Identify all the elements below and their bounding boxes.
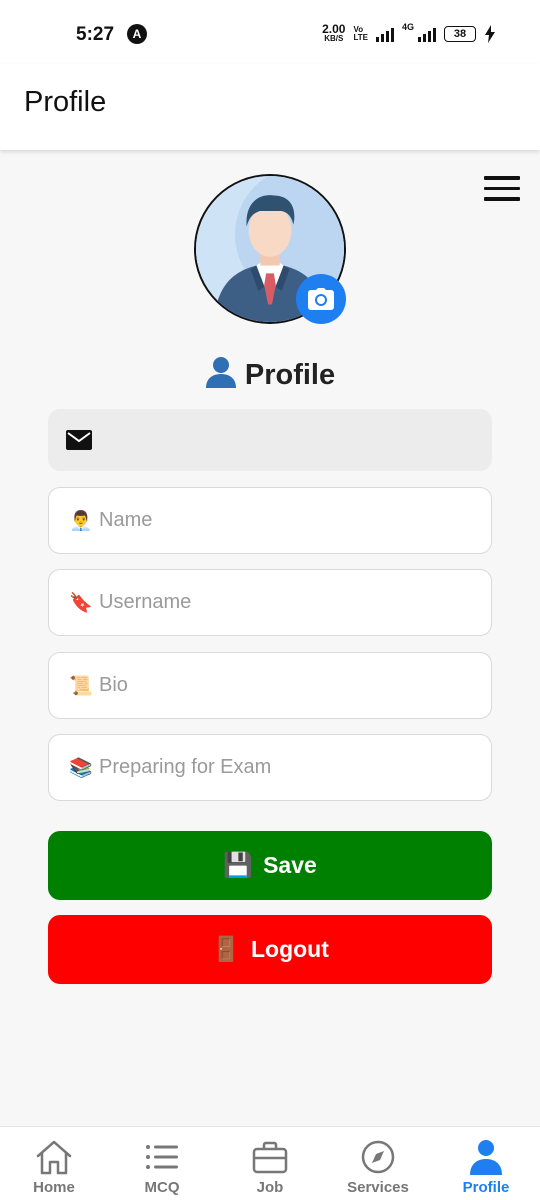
nav-mcq[interactable]: MCQ	[108, 1127, 216, 1200]
compass-icon	[361, 1140, 395, 1174]
status-bar: 5:27 A 2.00 KB/S Vo LTE 4G 38	[0, 0, 540, 64]
nav-mcq-label: MCQ	[144, 1179, 180, 1196]
charging-icon	[485, 25, 495, 43]
network-speed-unit: KB/S	[324, 34, 344, 43]
battery-icon: 38	[444, 26, 476, 42]
volte-bottom: LTE	[353, 33, 368, 42]
profile-heading-text: Profile	[244, 359, 336, 391]
list-icon	[146, 1145, 178, 1169]
nav-services[interactable]: Services	[324, 1127, 432, 1200]
bottom-nav: Home MCQ Job Services Profile	[0, 1126, 540, 1200]
network-speed-value: 2.00	[322, 22, 346, 36]
name-field[interactable]: 👨‍💼	[48, 487, 492, 554]
username-field-icon: 🔖	[69, 592, 93, 614]
camera-icon	[308, 288, 334, 310]
save-icon: 💾	[223, 852, 254, 879]
nav-home-label: Home	[33, 1179, 75, 1196]
email-input[interactable]	[104, 409, 480, 471]
save-label: Save	[263, 852, 317, 878]
bio-field[interactable]: 📜	[48, 652, 492, 719]
signal-icon	[375, 26, 394, 42]
logout-button[interactable]: 🚪 Logout	[48, 915, 492, 984]
nav-services-label: Services	[347, 1179, 409, 1196]
nav-profile[interactable]: Profile	[432, 1127, 540, 1200]
logout-icon: 🚪	[211, 936, 241, 963]
bio-field-icon: 📜	[69, 675, 93, 697]
app-notification-icon: A	[127, 24, 147, 44]
battery-level: 38	[453, 28, 467, 40]
mail-icon	[66, 430, 92, 450]
signal-icon-2	[418, 26, 436, 42]
nav-home[interactable]: Home	[0, 1127, 108, 1200]
exam-field[interactable]: 📚	[48, 734, 492, 801]
logout-label: Logout	[250, 936, 329, 962]
email-field[interactable]	[48, 409, 492, 471]
nav-job[interactable]: Job	[216, 1127, 324, 1200]
menu-icon[interactable]	[484, 176, 520, 202]
name-input[interactable]	[99, 490, 491, 551]
save-button[interactable]: 💾 Save	[48, 831, 492, 900]
username-field[interactable]: 🔖	[48, 569, 492, 636]
name-field-icon: 👨‍💼	[69, 510, 93, 532]
briefcase-icon	[252, 1141, 288, 1174]
person-icon	[205, 357, 236, 388]
nav-job-label: Job	[256, 1179, 284, 1196]
network-speed: 2.00 KB/S	[322, 22, 346, 43]
username-input[interactable]	[99, 572, 491, 633]
volte-indicator: Vo LTE	[353, 26, 368, 42]
home-icon	[36, 1140, 72, 1175]
app-header: Profile	[0, 64, 540, 150]
page-title: Profile	[24, 86, 107, 118]
status-indicators: 2.00 KB/S Vo LTE 4G 38	[322, 22, 496, 46]
person-icon	[470, 1140, 502, 1175]
exam-input[interactable]	[99, 737, 491, 798]
nav-profile-label: Profile	[462, 1179, 510, 1196]
profile-heading: Profile	[0, 356, 540, 392]
camera-button[interactable]	[296, 274, 346, 324]
status-time: 5:27	[76, 24, 115, 45]
network-type: 4G	[401, 22, 414, 32]
exam-field-icon: 📚	[69, 757, 93, 779]
bio-input[interactable]	[99, 655, 491, 716]
